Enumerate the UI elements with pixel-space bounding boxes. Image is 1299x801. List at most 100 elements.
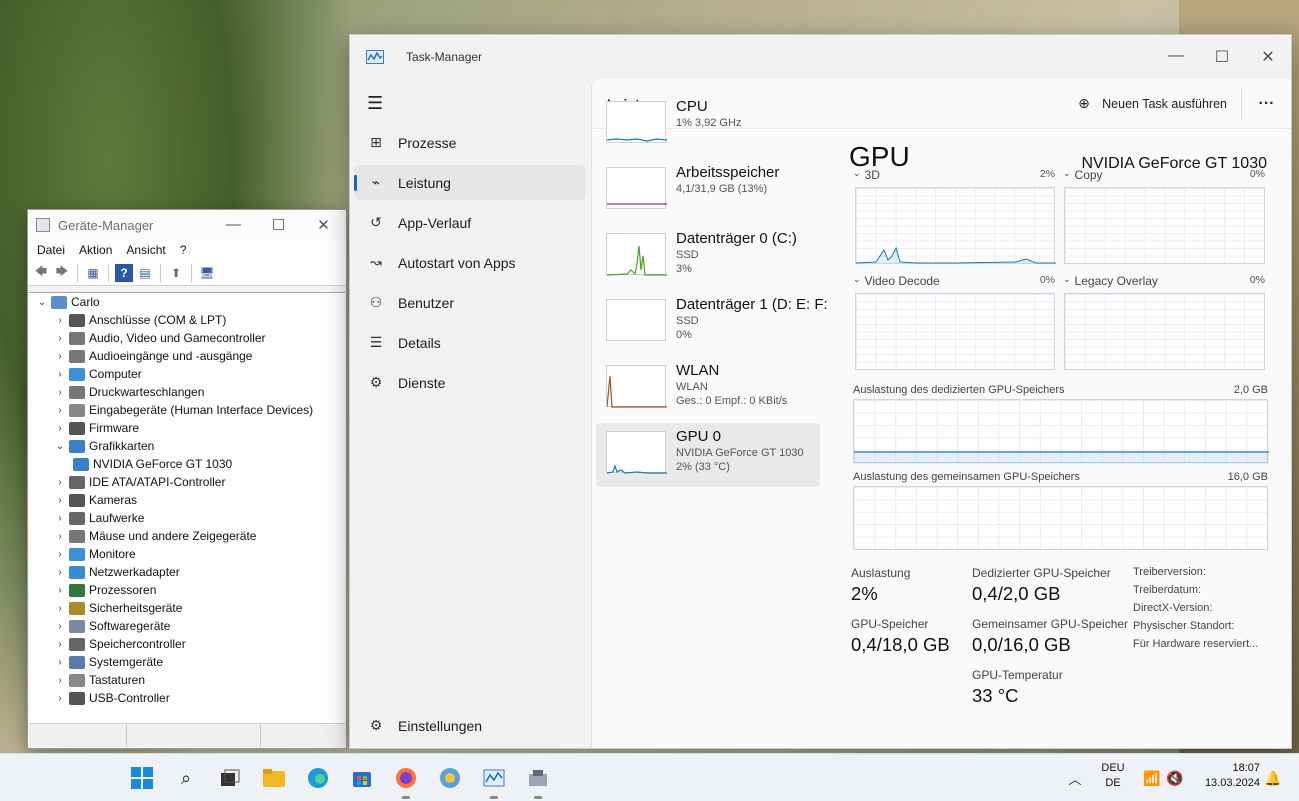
device-tree-item[interactable]: › Computer [29,365,345,383]
view-icon[interactable]: ▤ [136,264,154,282]
device-tree-item[interactable]: ⌄ Grafikkarten [29,437,345,455]
chevron-down-icon[interactable]: ⌄ [35,297,49,308]
chevron-right-icon[interactable]: › [53,423,67,434]
menu-aktion[interactable]: Aktion [72,243,119,257]
chevron-down-icon[interactable]: ⌄ [53,441,67,452]
chevron-right-icon[interactable]: › [53,387,67,398]
device-manager-taskbar-icon[interactable] [526,766,550,799]
device-tree-item[interactable]: › Audio, Video und Gamecontroller [29,329,345,347]
device-tree-item[interactable]: › Firmware [29,419,345,437]
device-tree-item[interactable]: › Laufwerke [29,509,345,527]
chevron-right-icon[interactable]: › [53,405,67,416]
device-tree-item[interactable]: › Prozessoren [29,581,345,599]
chevron-right-icon[interactable]: › [53,513,67,524]
device-tree-item[interactable]: › Audioeingänge und -ausgänge [29,347,345,365]
device-tree-item[interactable]: › Eingabegeräte (Human Interface Devices) [29,401,345,419]
device-tree-item[interactable]: › Monitore [29,545,345,563]
device-tree-item[interactable]: ⌄ Carlo [29,293,345,311]
chevron-right-icon[interactable]: › [53,531,67,542]
perf-item-gpu[interactable]: GPU 0 NVIDIA GeForce GT 1030 2% (33 °C) [596,423,820,487]
perf-item-arbeitsspeicher[interactable]: Arbeitsspeicher 4,1/31,9 GB (13%) [596,159,820,223]
engine-legacy-overlay[interactable]: ⌄ Legacy Overlay 0% [1063,274,1265,288]
device-tree-item[interactable]: › IDE ATA/ATAPI-Controller [29,473,345,491]
maximize-button[interactable]: ☐ [1199,47,1245,67]
file-explorer-icon[interactable] [262,766,286,790]
close-button[interactable]: ✕ [1245,47,1291,67]
maximize-button[interactable]: ☐ [256,216,301,234]
perf-item-datenträger[interactable]: Datenträger 0 (C:) SSD 3% [596,225,820,289]
forward-arrow-icon[interactable]: 🡆 [53,264,71,282]
chevron-right-icon[interactable]: › [53,675,67,686]
language-indicator[interactable]: DEU DE [1098,762,1128,789]
device-tree-item[interactable]: › Sicherheitsgeräte [29,599,345,617]
nav-item-leistung[interactable]: ⌁ Leistung [354,165,586,200]
nav-item-details[interactable]: ☰ Details [354,325,586,360]
device-tree-item[interactable]: › Tastaturen [29,671,345,689]
chevron-right-icon[interactable]: › [53,369,67,380]
device-tree-item[interactable]: › Netzwerkadapter [29,563,345,581]
hamburger-menu-icon[interactable]: ☰ [367,93,383,114]
menu-ansicht[interactable]: Ansicht [119,243,172,257]
chevron-right-icon[interactable]: › [53,621,67,632]
perf-item-wlan[interactable]: WLAN WLAN Ges.: 0 Empf.: 0 KBit/s [596,357,820,421]
update-driver-icon[interactable]: ⬆ [167,264,185,282]
chevron-right-icon[interactable]: › [53,549,67,560]
chevron-up-icon[interactable]: ︿ [1063,766,1087,790]
perf-item-datenträger[interactable]: Datenträger 1 (D: E: F: SSD 0% [596,291,828,355]
settings-app-icon[interactable] [438,766,462,790]
chevron-right-icon[interactable]: › [53,351,67,362]
device-tree-item[interactable]: › Systemgeräte [29,653,345,671]
engine-3d[interactable]: ⌄ 3D 2% [853,168,1055,182]
perf-item-cpu[interactable]: CPU 1% 3,92 GHz [596,93,820,157]
chevron-right-icon[interactable]: › [53,657,67,668]
nav-item-einstellungen[interactable]: ⚙ Einstellungen [354,708,586,743]
edge-browser-icon[interactable] [306,766,330,790]
menu-datei[interactable]: Datei [30,243,72,257]
clock[interactable]: 18:07 13.03.2024 [1196,762,1260,789]
nav-item-autostart[interactable]: ↝ Autostart von Apps [354,245,586,280]
engine-video-decode[interactable]: ⌄ Video Decode 0% [853,274,1055,288]
close-button[interactable]: ✕ [301,216,346,234]
device-tree-item[interactable]: › USB-Controller [29,689,345,707]
notification-bell-icon[interactable]: 🔔 [1261,766,1285,790]
minimize-button[interactable]: — [211,216,256,234]
nav-item-app-verlauf[interactable]: ↺ App-Verlauf [354,205,586,240]
chevron-right-icon[interactable]: › [53,315,67,326]
device-tree-item[interactable]: › Kameras [29,491,345,509]
device-tree-item[interactable]: › Softwaregeräte [29,617,345,635]
firefox-icon[interactable] [394,766,418,799]
task-view-icon[interactable] [218,766,242,790]
chevron-right-icon[interactable]: › [53,333,67,344]
device-tree-item[interactable]: › Speichercontroller [29,635,345,653]
device-tree-item[interactable]: › Anschlüsse (COM & LPT) [29,311,345,329]
microsoft-store-icon[interactable] [350,766,374,790]
chevron-right-icon[interactable]: › [53,567,67,578]
device-tree-item[interactable]: › Druckwarteschlangen [29,383,345,401]
minimize-button[interactable]: — [1153,47,1199,67]
new-task-button[interactable]: ⊕ Neuen Task ausführen [1078,95,1241,112]
help-icon[interactable]: ? [115,263,133,282]
nav-item-dienste[interactable]: ⚙ Dienste [354,365,586,400]
properties-icon[interactable]: ▦ [84,264,102,282]
nav-item-benutzer[interactable]: ⚇ Benutzer [354,285,586,320]
nav-item-prozesse[interactable]: ⊞ Prozesse [354,125,586,160]
chevron-right-icon[interactable]: › [53,585,67,596]
task-manager-titlebar[interactable]: Task-Manager — ☐ ✕ [350,35,1291,79]
back-arrow-icon[interactable]: 🡄 [32,264,50,282]
chevron-right-icon[interactable]: › [53,603,67,614]
more-options-button[interactable]: ··· [1241,88,1291,119]
device-manager-titlebar[interactable]: Geräte-Manager — ☐ ✕ [28,210,346,240]
chevron-right-icon[interactable]: › [53,639,67,650]
scan-hardware-icon[interactable]: 🖥 [198,264,216,282]
chevron-right-icon[interactable]: › [53,477,67,488]
engine-copy[interactable]: ⌄ Copy 0% [1063,168,1265,182]
search-icon[interactable]: ⌕ [174,766,198,790]
task-manager-taskbar-icon[interactable] [482,766,506,799]
device-tree-item[interactable]: › Mäuse und andere Zeigegeräte [29,527,345,545]
device-tree-item[interactable]: NVIDIA GeForce GT 1030 [29,455,345,473]
wifi-icon[interactable]: 📶 [1140,766,1164,790]
speaker-muted-icon[interactable]: 🔇 [1163,766,1187,790]
chevron-right-icon[interactable]: › [53,693,67,704]
windows-start-icon[interactable] [130,766,154,790]
menu-help[interactable]: ? [173,243,194,257]
